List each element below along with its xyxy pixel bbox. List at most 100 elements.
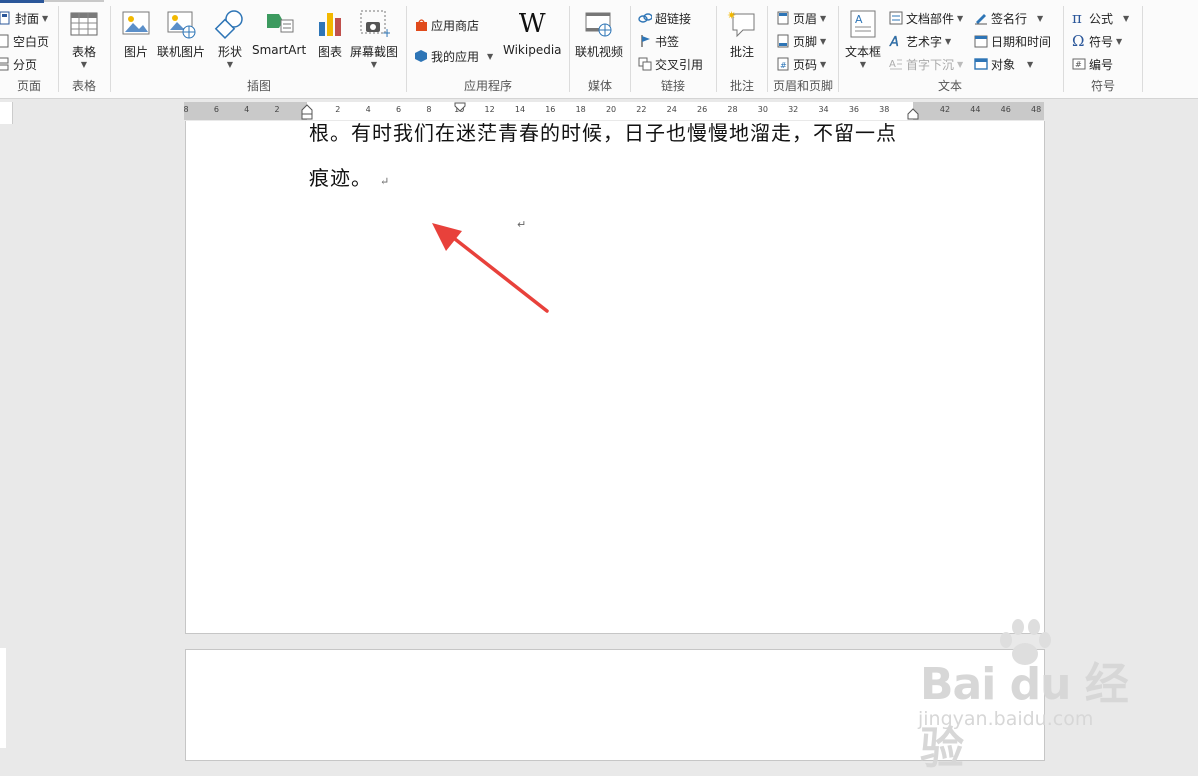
- text-box-icon: A: [847, 8, 879, 40]
- chart-button[interactable]: 图表: [314, 8, 346, 74]
- document-text-line[interactable]: 根。有时我们在迷茫青春的时候，日子也慢慢地溜走，不留一点: [309, 123, 897, 146]
- cross-reference-icon: [638, 57, 652, 71]
- watermark-url: jingyan.baidu.com: [918, 708, 1094, 730]
- bookmark-button[interactable]: 书签: [638, 31, 679, 51]
- ruler-tick-label: 4: [365, 105, 371, 114]
- blank-page-button[interactable]: 空白页: [0, 31, 49, 51]
- picture-icon: [120, 8, 152, 40]
- text-box-button[interactable]: A 文本框 ▼: [845, 8, 881, 74]
- comment-button[interactable]: ✷ 批注: [726, 8, 758, 74]
- annotation-arrow: [432, 223, 549, 313]
- ruler-tick-label: 4: [244, 105, 250, 114]
- tab-stop-marker[interactable]: [454, 102, 466, 112]
- illustrations-group: 图片 联机图片 形状 ▼ SmartArt 图表 + 屏幕截图 ▼ 插图: [111, 4, 407, 96]
- table-group: 表格 ▼ 表格: [59, 4, 109, 96]
- date-time-button[interactable]: 日期和时间: [974, 31, 1051, 51]
- symbols-group-label: 符号: [1090, 79, 1115, 93]
- table-button[interactable]: 表格 ▼: [68, 8, 100, 74]
- ruler-tick-label: 18: [575, 105, 586, 114]
- document-page[interactable]: 根。有时我们在迷茫青春的时候，日子也慢慢地溜走，不留一点 痕迹。 ↵ ↵: [185, 121, 1045, 634]
- omega-icon: Ω: [1072, 32, 1085, 50]
- ruler-tick-label: 46: [1000, 105, 1011, 114]
- online-video-button[interactable]: 联机视频: [575, 8, 623, 74]
- baidu-watermark: Bai du 经验 jingyan.baidu.com: [912, 616, 1142, 774]
- signature-line-button[interactable]: 签名行 ▼: [974, 8, 1043, 28]
- ruler-tick-label: 36: [848, 105, 859, 114]
- links-group: 超链接 书签 交叉引用 链接: [631, 4, 715, 96]
- object-button[interactable]: 对象 ▼: [974, 54, 1033, 74]
- drop-cap-icon: A: [889, 57, 903, 71]
- pi-icon: π: [1072, 9, 1082, 27]
- ruler-tick-label: 26: [697, 105, 708, 114]
- ruler-tick-label: 34: [818, 105, 829, 114]
- svg-text:+: +: [382, 26, 390, 40]
- svg-text:A: A: [855, 13, 863, 26]
- media-group: 联机视频 媒体: [570, 4, 630, 96]
- quick-parts-icon: [889, 11, 903, 25]
- table-group-label: 表格: [71, 79, 96, 93]
- media-group-label: 媒体: [587, 79, 612, 93]
- my-apps-icon: [414, 49, 428, 63]
- ruler-tick-label: 48: [1030, 105, 1042, 114]
- ruler-tick-label: 6: [213, 105, 219, 114]
- right-indent-marker[interactable]: [907, 102, 919, 120]
- signature-line-icon: [974, 11, 988, 25]
- cover-button[interactable]: 封面 ▼: [0, 8, 48, 28]
- chart-icon: [314, 8, 346, 40]
- footer-button[interactable]: 页脚 ▼: [776, 31, 826, 51]
- footer-icon: [776, 34, 790, 48]
- header-footer-group-label: 页眉和页脚: [772, 79, 833, 93]
- page-number-icon: #: [776, 57, 790, 71]
- ruler-tick-label: 44: [970, 105, 981, 114]
- ruler-tick-label: 22: [636, 105, 647, 114]
- store-button[interactable]: 应用商店: [414, 15, 479, 35]
- document-text-line[interactable]: 痕迹。 ↵: [309, 162, 390, 191]
- equation-button[interactable]: π 公式 ▼: [1072, 8, 1129, 28]
- symbol-button[interactable]: Ω 符号 ▼: [1072, 31, 1122, 51]
- text-group: A 文本框 ▼ 文档部件 ▼ A 艺术字 ▼ A 首字下沉 ▼ 签名行 ▼ 日期…: [839, 4, 1061, 96]
- wordart-icon: A: [889, 34, 903, 50]
- ruler-tick-label: 28: [727, 105, 738, 114]
- cross-reference-button[interactable]: 交叉引用: [638, 54, 703, 74]
- number-button[interactable]: # 编号: [1072, 54, 1113, 74]
- horizontal-ruler[interactable]: 8642246810121416182022242628303234363842…: [184, 102, 1044, 120]
- shapes-button[interactable]: 形状 ▼: [214, 8, 246, 74]
- page-number-button[interactable]: # 页码 ▼: [776, 54, 826, 74]
- screenshot-button[interactable]: + 屏幕截图 ▼: [350, 8, 398, 74]
- blank-page-icon: [0, 34, 10, 48]
- wordart-button[interactable]: A 艺术字 ▼: [889, 31, 951, 51]
- links-group-label: 链接: [660, 79, 685, 93]
- online-picture-button[interactable]: 联机图片: [157, 8, 205, 74]
- object-icon: [974, 57, 988, 71]
- ruler-tick-label: 24: [666, 105, 677, 114]
- pages-group: 封面 ▼ 空白页 分页 页面: [0, 4, 58, 96]
- svg-text:A: A: [889, 59, 896, 70]
- first-line-indent-marker[interactable]: [301, 102, 313, 120]
- picture-button[interactable]: 图片: [120, 8, 152, 74]
- ruler-tick-label: 16: [545, 105, 556, 114]
- svg-text:A: A: [889, 35, 899, 48]
- active-tab-indicator: [0, 0, 44, 3]
- apps-group: 应用商店 我的应用 ▼ W Wikipedia 应用程序: [407, 4, 569, 96]
- quick-parts-button[interactable]: 文档部件 ▼: [889, 8, 963, 28]
- ruler-tick-label: 2: [274, 105, 280, 114]
- svg-text:#: #: [780, 61, 787, 70]
- ruler-tick-label: 12: [484, 105, 495, 114]
- header-button[interactable]: 页眉 ▼: [776, 8, 826, 28]
- vertical-ruler-top: [0, 102, 13, 124]
- online-picture-icon: [165, 8, 197, 40]
- tab-strip-line: [44, 0, 104, 2]
- svg-text:✷: ✷: [727, 9, 736, 22]
- my-apps-button[interactable]: 我的应用 ▼: [414, 46, 493, 66]
- comment-icon: ✷: [726, 8, 758, 40]
- arrow-shaft: [444, 230, 549, 313]
- drop-cap-button[interactable]: A 首字下沉 ▼: [889, 54, 963, 74]
- wikipedia-button[interactable]: W Wikipedia: [503, 8, 562, 74]
- ruler-tick-label: 8: [184, 105, 189, 114]
- ruler-tick-label: 6: [395, 105, 402, 114]
- calendar-icon: [974, 34, 988, 48]
- page-break-button[interactable]: 分页: [0, 54, 37, 74]
- hyperlink-button[interactable]: 超链接: [638, 8, 691, 28]
- smartart-button[interactable]: SmartArt: [252, 8, 306, 74]
- ruler-tick-label: 32: [788, 105, 799, 114]
